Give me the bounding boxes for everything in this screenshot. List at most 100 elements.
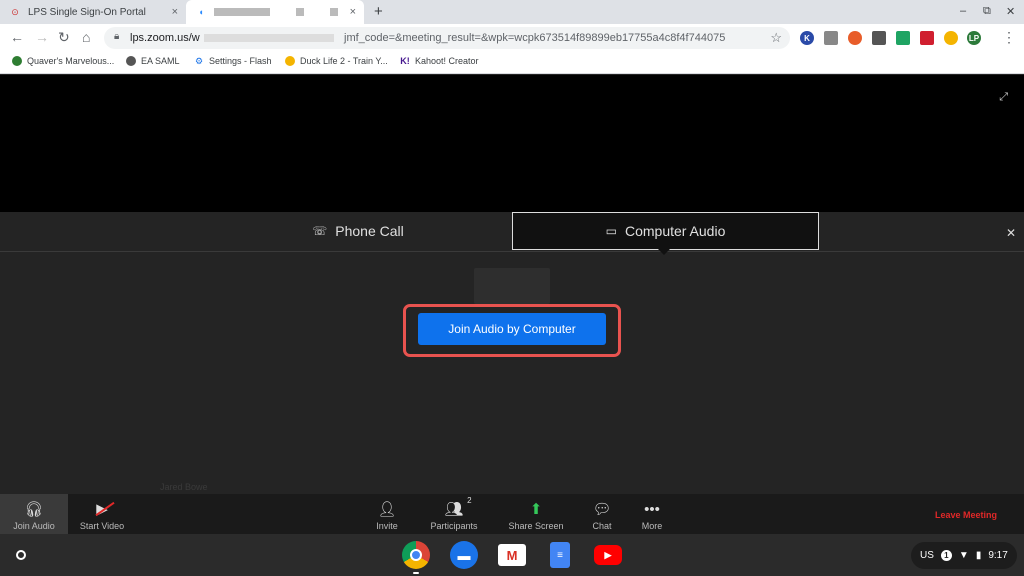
close-icon[interactable]: ✕: [1006, 226, 1016, 240]
bookmark-duck-life[interactable]: Duck Life 2 - Train Y...: [285, 56, 388, 66]
start-video-button[interactable]: ▶︎ Start Video: [72, 494, 132, 534]
battery-icon: ▮: [975, 550, 982, 561]
redacted-tab-title: [214, 8, 270, 16]
chat-icon: 💬︎: [592, 501, 612, 518]
lps-favicon-icon: ⊙: [11, 6, 19, 17]
participant-name: Jared Bowe: [160, 482, 208, 492]
tab-title: LPS Single Sign-On Portal: [28, 6, 146, 18]
more-dots-icon: •••: [644, 500, 660, 518]
participants-button[interactable]: 👥︎ 2 Participants: [424, 494, 484, 534]
quaver-icon: [12, 56, 22, 66]
control-label: Start Video: [79, 521, 125, 531]
tab-label: Phone Call: [335, 223, 404, 239]
drive-ext-icon[interactable]: [896, 31, 910, 45]
bookmark-label: Duck Life 2 - Train Y...: [300, 56, 388, 66]
kahoot-icon: K!: [400, 56, 410, 66]
bookmark-settings-flash[interactable]: ⚙ Settings - Flash: [194, 55, 272, 67]
bookmark-label: Kahoot! Creator: [415, 56, 479, 66]
kahoot-ext-icon[interactable]: K: [800, 31, 814, 45]
url-text-start: lps.zoom.us/w: [130, 32, 200, 44]
fullscreen-icon[interactable]: ⤢: [999, 91, 1008, 104]
headphones-icon: 🎧︎: [24, 501, 44, 518]
grammar-ext-icon[interactable]: [848, 31, 862, 45]
chrome-menu-button[interactable]: ⋮: [1002, 29, 1016, 46]
join-audio-panel: ☏ Phone Call ▭ Computer Audio ✕ Join Aud…: [0, 212, 1024, 494]
feather-ext-icon[interactable]: [872, 31, 886, 45]
browser-toolbar: ← → ↻ ⌂ 🔒︎ lps.zoom.us/w jmf_code=&meeti…: [0, 24, 1024, 52]
more-button[interactable]: ••• More: [634, 494, 670, 534]
bookmark-label: Quaver's Marvelous...: [27, 56, 115, 66]
join-audio-by-computer-button[interactable]: Join Audio by Computer: [418, 313, 606, 345]
bookmarks-bar: Quaver's Marvelous... EA SAML ⚙ Settings…: [0, 52, 1024, 74]
lp-ext-icon[interactable]: LP: [967, 31, 981, 45]
participants-count: 2: [467, 496, 472, 505]
bookmark-quaver[interactable]: Quaver's Marvelous...: [12, 56, 114, 66]
bookmark-kahoot[interactable]: K! Kahoot! Creator: [400, 56, 479, 66]
video-off-icon: ▶︎: [95, 500, 115, 518]
browser-tab-strip: ⊙ LPS Single Sign-On Portal × ◖ × + – ⧉ …: [0, 0, 1024, 24]
redacted-url: [204, 34, 334, 42]
chrome-app-icon[interactable]: [402, 541, 430, 569]
minimize-button[interactable]: –: [960, 5, 966, 17]
gmail-app-icon[interactable]: M: [498, 544, 526, 566]
tab-close-icon[interactable]: ×: [350, 6, 356, 18]
new-tab-button[interactable]: +: [374, 3, 383, 20]
redacted-tab-title: [330, 8, 338, 16]
control-label: Join Audio: [13, 521, 55, 531]
keyboard-layout: US: [920, 550, 934, 561]
control-label: Invite: [376, 521, 398, 531]
restore-button[interactable]: ⧉: [983, 5, 991, 18]
control-label: Participants: [430, 521, 478, 531]
back-button[interactable]: ←: [10, 29, 24, 45]
tab-computer-audio[interactable]: ▭ Computer Audio: [512, 212, 819, 250]
close-window-button[interactable]: ✕: [1006, 5, 1015, 18]
lock-icon: 🔒︎: [114, 31, 120, 42]
tab-label: Computer Audio: [624, 223, 726, 239]
redacted-tab-title: [296, 8, 304, 16]
zoom-favicon-icon: ◖: [198, 7, 204, 17]
home-button[interactable]: ⌂: [82, 29, 90, 45]
active-tab-pointer: [658, 249, 670, 255]
launcher-circle-icon: [16, 550, 26, 560]
status-tray[interactable]: US 1 ▼ ▮ 9:17: [911, 542, 1017, 569]
share-screen-button[interactable]: ⬆ Share Screen: [504, 494, 568, 534]
add-user-icon: 👤︎: [377, 501, 397, 518]
chromeos-shelf: ▬ M ≡ ▶ US 1 ▼ ▮ 9:17: [0, 534, 1024, 576]
bookmark-ea-saml[interactable]: EA SAML: [126, 56, 180, 66]
share-screen-icon: ⬆: [529, 501, 543, 518]
copy-ext-icon[interactable]: [824, 31, 838, 45]
active-app-indicator: [413, 572, 419, 574]
ruby-ext-icon[interactable]: [920, 31, 934, 45]
laptop-icon: ▭: [605, 224, 617, 238]
tab-zoom-meeting[interactable]: ◖ ×: [186, 0, 364, 24]
meeting-control-bar: 🎧︎ Join Audio ▶︎ Start Video 👤︎ Invite 👥…: [0, 494, 1024, 534]
launcher-button[interactable]: [10, 544, 32, 566]
files-app-icon[interactable]: ▬: [450, 541, 478, 569]
forward-button[interactable]: →: [35, 29, 49, 45]
participant-avatar-ghost: [474, 268, 550, 304]
gear-icon: ⚙: [194, 55, 204, 66]
tab-lps-sso[interactable]: ⊙ LPS Single Sign-On Portal ×: [0, 0, 186, 24]
bookmark-star-icon[interactable]: ☆: [770, 30, 782, 46]
invite-button[interactable]: 👤︎ Invite: [366, 494, 408, 534]
leave-meeting-button[interactable]: Leave Meeting: [935, 510, 997, 520]
tab-close-icon[interactable]: ×: [172, 6, 178, 18]
wifi-icon: ▼: [958, 550, 969, 561]
reload-button[interactable]: ↻: [58, 29, 70, 46]
docs-app-icon[interactable]: ≡: [550, 542, 570, 568]
chat-button[interactable]: 💬︎ Chat: [584, 494, 620, 534]
phone-icon: ☏: [312, 224, 328, 238]
color-ext-icon[interactable]: [944, 31, 958, 45]
clock: 9:17: [988, 550, 1008, 561]
address-bar[interactable]: 🔒︎ lps.zoom.us/w jmf_code=&meeting_resul…: [104, 27, 790, 49]
tab-phone-call[interactable]: ☏ Phone Call: [205, 212, 511, 250]
control-label: Chat: [592, 521, 612, 531]
control-label: More: [641, 521, 663, 531]
participants-icon: 👥︎ 2: [444, 496, 472, 518]
duck-icon: [285, 56, 295, 66]
audio-tabs: ☏ Phone Call ▭ Computer Audio: [0, 212, 1024, 252]
control-label: Share Screen: [508, 521, 564, 531]
youtube-app-icon[interactable]: ▶: [594, 545, 622, 565]
join-audio-button[interactable]: 🎧︎ Join Audio: [0, 494, 68, 534]
notification-count: 1: [940, 550, 952, 561]
